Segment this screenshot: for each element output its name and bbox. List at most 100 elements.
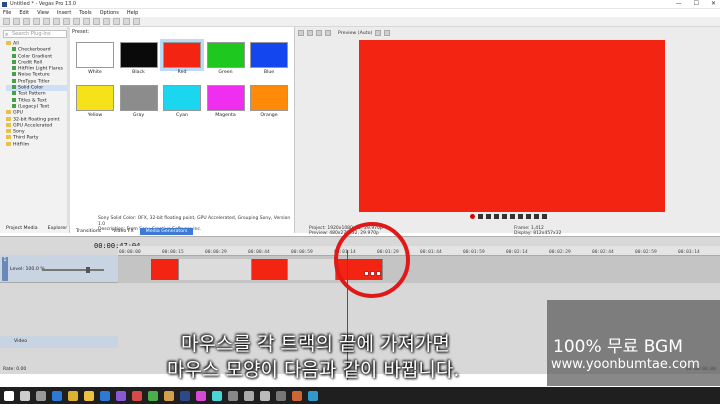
explorer-tabs: Project Media Explorer — [0, 226, 70, 233]
project-properties-icon[interactable] — [298, 30, 304, 36]
preset-swatch[interactable] — [250, 42, 288, 68]
tab-media-generators[interactable]: Media Generators — [139, 228, 194, 235]
maximize-button[interactable]: ☐ — [694, 0, 699, 7]
paste-icon[interactable] — [73, 18, 80, 25]
timeline-clip[interactable] — [179, 259, 252, 280]
stop-icon[interactable] — [510, 214, 515, 219]
timeline-clip[interactable] — [288, 259, 336, 280]
properties-icon[interactable] — [43, 18, 50, 25]
video-track-header[interactable]: 1 Level: 100.0 % — [0, 255, 118, 283]
preset-swatch[interactable] — [119, 85, 158, 111]
record-icon[interactable] — [470, 214, 475, 219]
ripple-icon[interactable] — [113, 18, 120, 25]
taskbar-app-icon[interactable] — [164, 390, 174, 401]
taskbar-app-icon[interactable] — [244, 390, 254, 401]
menu-view[interactable]: View — [37, 10, 49, 16]
tree-item-label: Checkerboard — [18, 47, 51, 53]
second-track-label: Video — [14, 339, 28, 344]
external-monitor-icon[interactable] — [307, 30, 313, 36]
taskbar-app-icon[interactable] — [228, 390, 238, 401]
loop-icon[interactable] — [478, 214, 483, 219]
play-from-start-icon[interactable] — [486, 214, 491, 219]
timeline-clip[interactable] — [251, 259, 289, 280]
preset-swatch[interactable] — [206, 42, 245, 68]
tree-item-label: Test Pattern — [18, 91, 46, 97]
preset-swatch[interactable] — [250, 85, 288, 111]
preset-swatch-label: Magenta — [215, 113, 236, 118]
taskbar-app-icon[interactable] — [308, 390, 318, 401]
split-screen-icon[interactable] — [316, 30, 322, 36]
tab-explorer[interactable]: Explorer — [48, 226, 68, 233]
overlays-icon[interactable] — [325, 30, 331, 36]
preset-swatch[interactable] — [76, 85, 114, 111]
taskbar-app-icon[interactable] — [148, 390, 158, 401]
tab-transitions[interactable]: Transitions — [70, 228, 107, 235]
taskbar-app-icon[interactable] — [116, 390, 126, 401]
lock-icon[interactable] — [123, 18, 130, 25]
preview-quality[interactable]: Preview (Auto) — [338, 31, 372, 36]
preset-swatch[interactable] — [160, 39, 204, 71]
taskbar-store-icon[interactable] — [100, 390, 110, 401]
preset-swatch[interactable] — [163, 85, 201, 111]
menu-edit[interactable]: Edit — [19, 10, 29, 16]
taskbar-app-icon[interactable] — [196, 390, 206, 401]
minimize-button[interactable]: — — [676, 0, 682, 7]
level-slider-handle[interactable] — [86, 267, 90, 273]
next-frame-icon[interactable] — [542, 214, 547, 219]
taskbar-app-icon[interactable] — [276, 390, 286, 401]
save-icon[interactable] — [23, 18, 30, 25]
play-icon[interactable] — [494, 214, 499, 219]
go-to-end-icon[interactable] — [526, 214, 531, 219]
tab-project-media[interactable]: Project Media — [6, 226, 38, 233]
taskbar-app-icon[interactable] — [292, 390, 302, 401]
tab-video-fx[interactable]: Video FX — [107, 228, 140, 235]
redo-icon[interactable] — [93, 18, 100, 25]
snap-icon[interactable] — [103, 18, 110, 25]
cut-icon[interactable] — [53, 18, 60, 25]
tree-item-label: GPU Accelerated — [13, 123, 53, 129]
subtitle-line-2: 마우스 모양이 다음과 같이 바뀝니다. — [167, 359, 460, 381]
taskbar-explorer-icon[interactable] — [84, 390, 94, 401]
plugin-icon — [12, 103, 16, 108]
undo-icon[interactable] — [83, 18, 90, 25]
help-icon[interactable] — [133, 18, 140, 25]
tree-item-label: HitFilm — [13, 142, 30, 148]
second-track-header[interactable]: Video — [0, 336, 118, 348]
taskbar-app-icon[interactable] — [132, 390, 142, 401]
taskbar-edge-icon[interactable] — [52, 390, 62, 401]
window-controls: — ☐ ✕ — [676, 0, 716, 7]
menu-tools[interactable]: Tools — [79, 10, 91, 16]
open-icon[interactable] — [13, 18, 20, 25]
timeline-clip[interactable] — [151, 259, 179, 280]
taskbar-task-view-icon[interactable] — [36, 390, 46, 401]
preset-swatch[interactable] — [76, 42, 114, 68]
menu-options[interactable]: Options — [100, 10, 119, 16]
preset-swatch[interactable] — [119, 42, 158, 68]
search-input[interactable]: ⌕ Search Plug-Ins — [3, 30, 67, 38]
preset-swatch[interactable] — [206, 85, 245, 111]
folder-icon — [6, 116, 11, 121]
menu-help[interactable]: Help — [127, 10, 138, 16]
copy-icon[interactable] — [63, 18, 70, 25]
taskbar-app-icon[interactable] — [260, 390, 270, 401]
menu-file[interactable]: File — [3, 10, 11, 16]
new-project-icon[interactable] — [3, 18, 10, 25]
taskbar-chrome-icon[interactable] — [68, 390, 78, 401]
taskbar-app-icon[interactable] — [212, 390, 222, 401]
ruler-tick-label: 00:02:44 — [592, 250, 614, 255]
plugin-icon — [12, 97, 16, 102]
pause-icon[interactable] — [502, 214, 507, 219]
taskbar-start-icon[interactable] — [4, 390, 14, 401]
taskbar-vegas-icon[interactable] — [180, 390, 190, 401]
taskbar-search-icon[interactable] — [20, 390, 30, 401]
prev-frame-icon[interactable] — [534, 214, 539, 219]
level-slider[interactable] — [42, 269, 104, 271]
tree-item-label: GPU — [13, 110, 23, 116]
menu-insert[interactable]: Insert — [57, 10, 71, 16]
copy-snapshot-icon[interactable] — [384, 30, 391, 36]
go-to-start-icon[interactable] — [518, 214, 523, 219]
close-button[interactable]: ✕ — [711, 0, 716, 7]
tree-item[interactable]: HitFilm — [6, 141, 68, 148]
render-icon[interactable] — [33, 18, 40, 25]
snapshot-icon[interactable] — [375, 30, 382, 36]
